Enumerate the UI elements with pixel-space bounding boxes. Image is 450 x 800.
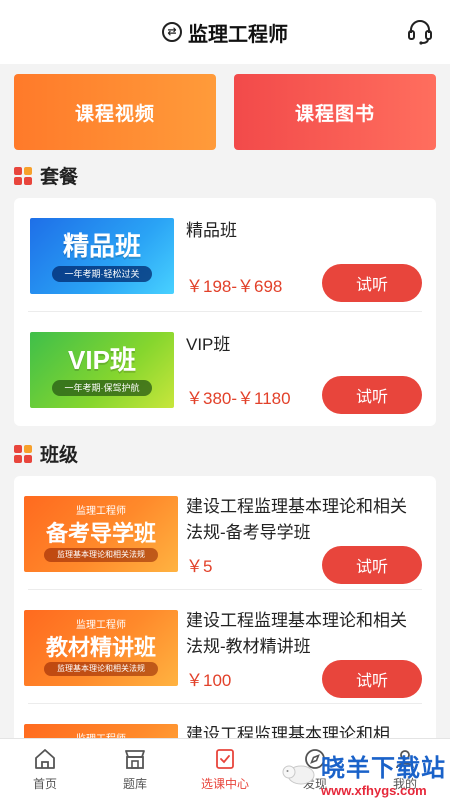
classes-section-header: 班级 (14, 440, 78, 467)
thumbnail-ribbon: 监理基本理论和相关法规 (44, 662, 158, 676)
tab-label: 题库 (122, 777, 147, 791)
package-item[interactable]: 精品班 一年考期·轻松过关 精品班 ￥198-￥698 试听 (14, 198, 436, 312)
trial-button[interactable]: 试听 (322, 660, 422, 698)
watermark-url: www.xfhygs.com (321, 783, 427, 798)
classes-card: 监理工程师 备考导学班 监理基本理论和相关法规 建设工程监理基本理论和相关法规-… (14, 476, 436, 746)
course-book-banner[interactable]: 课程图书 (234, 74, 436, 150)
packages-card: 精品班 一年考期·轻松过关 精品班 ￥198-￥698 试听 VIP班 一年考期… (14, 198, 436, 426)
package-item[interactable]: VIP班 一年考期·保驾护航 VIP班 ￥380-￥1180 试听 (14, 312, 436, 426)
class-thumbnail: 监理工程师 教材精讲班 监理基本理论和相关法规 (24, 610, 178, 686)
thumbnail-subtitle: 监理工程师 (76, 506, 126, 517)
headset-icon[interactable] (406, 18, 434, 46)
switch-icon[interactable]: ⇄ (162, 22, 182, 42)
tab-label: 首页 (32, 777, 57, 791)
class-name: 建设工程监理基本理论和相关法规-备考导学班 (186, 497, 407, 542)
package-thumbnail: VIP班 一年考期·保驾护航 (30, 332, 174, 408)
thumbnail-title: VIP班 (68, 345, 136, 375)
trial-button[interactable]: 试听 (322, 376, 422, 414)
package-name: VIP班 (186, 335, 231, 354)
site-watermark: 晓羊下载站 www.xfhygs.com (279, 748, 446, 798)
class-thumbnail: 监理工程师 备考导学班 监理基本理论和相关法规 (24, 496, 178, 572)
tab-home[interactable]: 首页 (0, 739, 90, 800)
thumbnail-ribbon: 一年考期·轻松过关 (52, 266, 152, 282)
section-title: 班级 (40, 445, 79, 466)
course-center-icon (216, 749, 234, 769)
exam-switcher[interactable]: ⇄ 监理工程师 (162, 18, 288, 47)
package-price: ￥380-￥1180 (186, 389, 291, 408)
thumbnail-ribbon: 一年考期·保驾护航 (52, 380, 152, 396)
trial-button[interactable]: 试听 (322, 546, 422, 584)
thumbnail-title: 教材精讲班 (45, 635, 156, 660)
class-name: 建设工程监理基本理论和相关法规-教材精讲班 (186, 611, 407, 656)
package-name: 精品班 (186, 221, 237, 240)
package-price: ￥198-￥698 (186, 277, 283, 296)
top-banners: 课程视频 课程图书 (14, 74, 436, 150)
course-video-banner[interactable]: 课程视频 (14, 74, 216, 150)
class-price: ￥100 (186, 671, 232, 690)
sheep-logo-icon (282, 765, 315, 785)
tab-question-bank[interactable]: 题库 (90, 739, 180, 800)
watermark-title: 晓羊下载站 (321, 755, 446, 782)
class-item[interactable]: 监理工程师 教材精讲班 监理基本理论和相关法规 建设工程监理基本理论和相关法规-… (14, 590, 436, 704)
trial-button[interactable]: 试听 (322, 264, 422, 302)
package-thumbnail: 精品班 一年考期·轻松过关 (30, 218, 174, 294)
thumbnail-subtitle: 监理工程师 (76, 620, 126, 631)
thumbnail-title: 精品班 (62, 231, 141, 261)
home-icon (35, 749, 55, 769)
tab-course-center[interactable]: 选课中心 (180, 739, 270, 800)
class-item[interactable]: 监理工程师 备考导学班 监理基本理论和相关法规 建设工程监理基本理论和相关法规-… (14, 476, 436, 590)
section-title: 套餐 (40, 167, 79, 188)
grid-icon (14, 444, 32, 463)
class-price: ￥5 (186, 557, 213, 576)
packages-section-header: 套餐 (14, 162, 78, 189)
question-bank-icon (125, 750, 145, 769)
thumbnail-ribbon: 监理基本理论和相关法规 (44, 548, 158, 562)
page-title: 监理工程师 (188, 23, 288, 46)
grid-icon (14, 166, 32, 185)
app-header: ⇄ 监理工程师 (0, 0, 450, 64)
thumbnail-title: 备考导学班 (45, 521, 156, 546)
tab-label: 选课中心 (200, 777, 249, 791)
